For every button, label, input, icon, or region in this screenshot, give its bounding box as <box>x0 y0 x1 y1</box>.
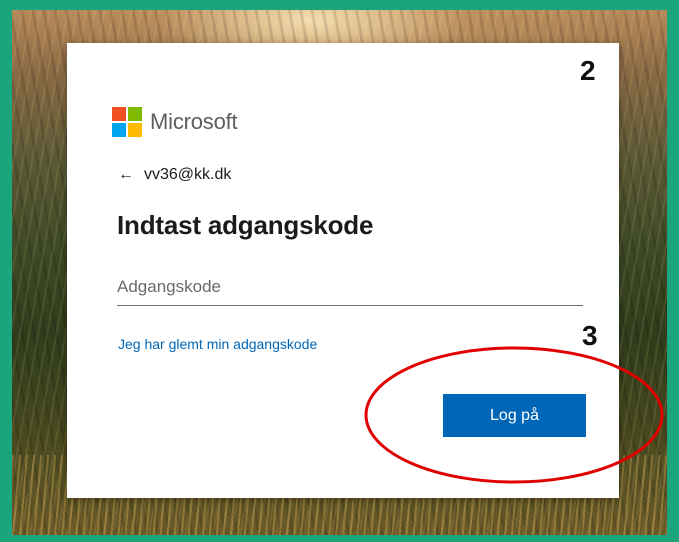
microsoft-logo-icon <box>112 107 142 137</box>
page-title: Indtast adgangskode <box>117 210 374 240</box>
sign-in-button[interactable]: Log på <box>443 394 586 437</box>
forgot-password-link[interactable]: Jeg har glemt min adgangskode <box>118 336 317 352</box>
identity-back-button[interactable]: ← vv36@kk.dk <box>118 166 231 184</box>
step-number-2: 2 <box>580 55 596 86</box>
password-input[interactable] <box>117 272 583 306</box>
brand-header: Microsoft <box>112 107 238 137</box>
back-arrow-icon: ← <box>118 166 134 183</box>
screenshot-frame: 2 Microsoft ← vv36@kk.dk Indtast adgangs… <box>0 0 679 542</box>
logo-square-blue <box>112 123 126 137</box>
brand-name: Microsoft <box>150 109 238 134</box>
logo-square-red <box>112 107 126 121</box>
logo-square-green <box>128 107 142 121</box>
logo-square-yellow <box>128 123 142 137</box>
account-email: vv36@kk.dk <box>144 166 232 183</box>
step-number-3: 3 <box>582 320 598 351</box>
